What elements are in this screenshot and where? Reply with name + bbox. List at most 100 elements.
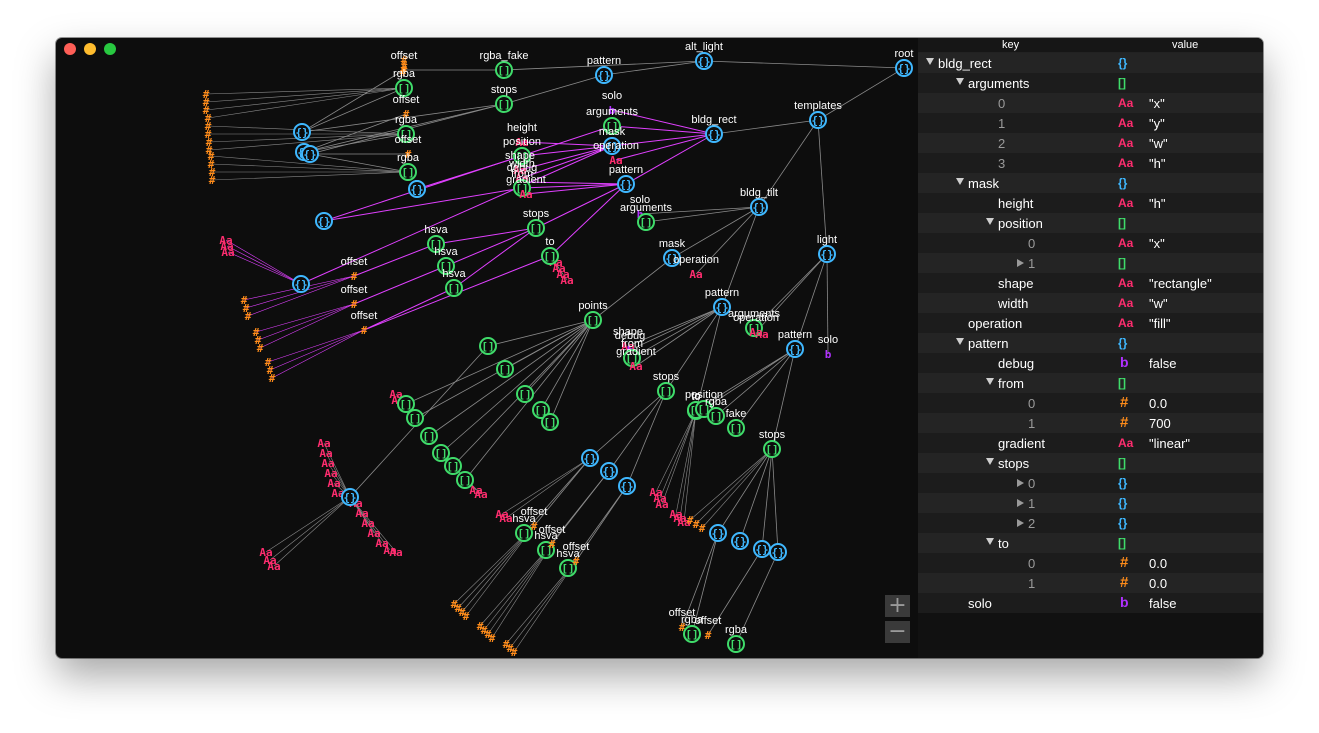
tree-row[interactable]: arguments [] [918, 73, 1263, 93]
graph-node[interactable]: []rgba [393, 68, 416, 97]
graph-node[interactable]: {} [301, 145, 319, 163]
graph-node[interactable]: {} light [817, 234, 837, 263]
collapse-triangle-icon[interactable] [926, 58, 934, 65]
tree-row[interactable]: width Aa "w" [918, 293, 1263, 313]
tree-row[interactable]: 2 {} [918, 513, 1263, 533]
graph-node[interactable]: {} [753, 540, 771, 558]
graph-node[interactable]: {} [769, 543, 787, 561]
graph-node[interactable]: [] [444, 457, 462, 475]
zoom-out-button[interactable]: − [885, 621, 910, 643]
tree-row[interactable]: to [] [918, 533, 1263, 553]
tree-row[interactable]: operation Aa "fill" [918, 313, 1263, 333]
graph-node[interactable]: {} [581, 449, 599, 467]
collapse-triangle-icon[interactable] [956, 78, 964, 85]
graph-node[interactable]: {} alt_light [685, 41, 723, 70]
graph-node[interactable]: {} [293, 123, 311, 141]
expand-triangle-icon[interactable] [1017, 519, 1024, 527]
graph-node[interactable]: {} [315, 212, 333, 230]
number-leaf-icon: # [463, 610, 470, 623]
expand-triangle-icon[interactable] [1017, 479, 1024, 487]
graph-node[interactable]: {} [600, 462, 618, 480]
graph-edge [717, 448, 773, 534]
graph-node-label: arguments [620, 202, 672, 214]
tree-row[interactable]: 1 #0.0 [918, 573, 1263, 593]
expand-triangle-icon[interactable] [1017, 499, 1024, 507]
graph-node[interactable]: {} [709, 524, 727, 542]
collapse-triangle-icon[interactable] [956, 338, 964, 345]
graph-node[interactable]: [] [456, 471, 474, 489]
tree-row[interactable]: position [] [918, 213, 1263, 233]
graph-node[interactable]: [] [432, 444, 450, 462]
collapse-triangle-icon[interactable] [986, 538, 994, 545]
collapse-triangle-icon[interactable] [956, 178, 964, 185]
tree-row[interactable]: 0 #0.0 [918, 393, 1263, 413]
tree-row[interactable]: 1 #700 [918, 413, 1263, 433]
graph-node[interactable]: [] [479, 337, 497, 355]
graph-node[interactable]: {} templates [794, 100, 842, 129]
tree-row[interactable]: 0 {} [918, 473, 1263, 493]
tree-row[interactable]: 3 Aa "h" [918, 153, 1263, 173]
string-leaf-icon: Aa [267, 560, 280, 573]
tree-row[interactable]: gradient Aa "linear" [918, 433, 1263, 453]
collapse-triangle-icon[interactable] [986, 458, 994, 465]
tree-row[interactable]: 1 {} [918, 493, 1263, 513]
graph-node[interactable]: [] [406, 409, 424, 427]
graph-node[interactable]: [] [541, 413, 559, 431]
graph-node[interactable]: {} [292, 275, 310, 293]
graph-node[interactable]: [] stops [653, 371, 680, 400]
collapse-triangle-icon[interactable] [986, 378, 994, 385]
tree-row[interactable]: from [] [918, 373, 1263, 393]
graph-node[interactable]: [] [496, 360, 514, 378]
graph-node[interactable]: b solo [818, 334, 838, 361]
graph-node[interactable]: [] arguments [620, 202, 672, 231]
graph-node[interactable]: []rgba [397, 152, 420, 181]
tree-row[interactable]: 0 Aa "x" [918, 233, 1263, 253]
expand-triangle-icon[interactable] [1017, 259, 1024, 267]
graph-edge [210, 163, 409, 173]
tree-row[interactable]: debug b false [918, 353, 1263, 373]
graph-node[interactable]: [] rgba_fake [480, 50, 529, 79]
graph-node[interactable]: [] points [578, 300, 608, 329]
minimize-window-button[interactable] [84, 43, 96, 55]
graph-node[interactable]: {} [408, 180, 426, 198]
graph-node[interactable]: {} pattern [778, 329, 812, 358]
graph-node[interactable]: [] [397, 395, 415, 413]
graph-node[interactable]: {} pattern [609, 164, 643, 193]
number-type-icon: # [1120, 574, 1129, 591]
graph-canvas[interactable]: #################AaAaAa#########AaAaAaAa… [56, 38, 918, 658]
graph-node[interactable]: Aa gradient [616, 346, 656, 373]
tree-row[interactable]: solo b false [918, 593, 1263, 613]
tree-row[interactable]: 0 Aa "x" [918, 93, 1263, 113]
zoom-window-button[interactable] [104, 43, 116, 55]
graph-node[interactable]: Aaoperation [673, 254, 719, 281]
graph-node[interactable]: Aaoperation [733, 312, 779, 339]
graph-node[interactable]: {} [341, 488, 359, 506]
tree-row[interactable]: 0 #0.0 [918, 553, 1263, 573]
graph-node[interactable]: [] fake [726, 408, 747, 437]
collapse-triangle-icon[interactable] [986, 218, 994, 225]
graph-node[interactable]: []rgba [725, 624, 748, 653]
graph-node[interactable]: {} root [895, 48, 914, 77]
graph-node[interactable]: [] [420, 427, 438, 445]
tree-row[interactable]: 1 [] [918, 253, 1263, 273]
graph-node[interactable]: [] to [541, 236, 559, 265]
zoom-in-button[interactable]: + [885, 595, 910, 617]
graph-node[interactable]: {} [731, 532, 749, 550]
tree-row[interactable]: height Aa "h" [918, 193, 1263, 213]
graph-node[interactable]: Aaoperation [593, 140, 639, 167]
tree-row[interactable]: pattern {} [918, 333, 1263, 353]
tree-row[interactable]: stops [] [918, 453, 1263, 473]
close-window-button[interactable] [64, 43, 76, 55]
tree-row[interactable]: shape Aa "rectangle" [918, 273, 1263, 293]
graph-node[interactable]: {} bldg_tilt [740, 187, 778, 216]
tree-row[interactable]: bldg_rect {} [918, 53, 1263, 73]
graph-node[interactable]: [] stops [759, 429, 786, 458]
graph-edge [259, 303, 355, 349]
tree-row[interactable]: 1 Aa "y" [918, 113, 1263, 133]
graph-node[interactable]: [] stops [491, 84, 518, 113]
graph-node[interactable]: [] [516, 385, 534, 403]
tree-row[interactable]: mask {} [918, 173, 1263, 193]
tree-row[interactable]: 2 Aa "w" [918, 133, 1263, 153]
graph-node[interactable]: {} [618, 477, 636, 495]
graph-node[interactable]: []rgba [705, 396, 728, 425]
